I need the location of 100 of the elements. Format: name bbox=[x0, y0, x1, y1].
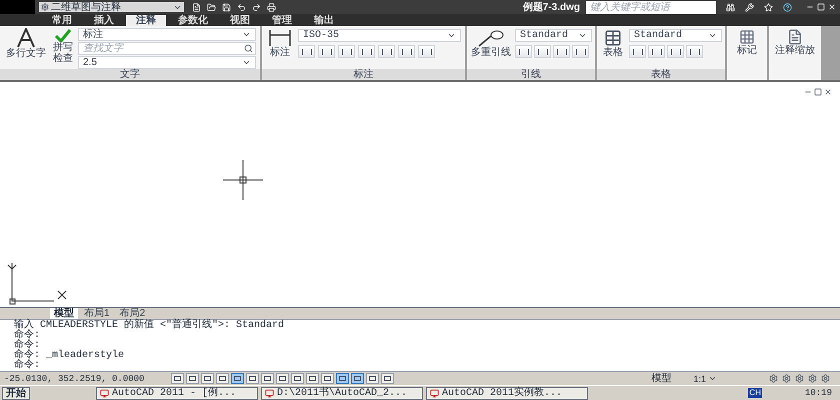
tool-icon[interactable] bbox=[378, 45, 395, 58]
toolbar-icon[interactable] bbox=[267, 2, 276, 12]
command-line: 命令: bbox=[14, 361, 42, 371]
drafting-toggle[interactable] bbox=[216, 373, 229, 384]
text-icon[interactable] bbox=[17, 28, 35, 48]
multileader-label[interactable]: 多重引线 bbox=[471, 47, 511, 58]
help-icon[interactable] bbox=[783, 2, 792, 12]
drafting-toggle[interactable] bbox=[381, 373, 394, 384]
tool-icon[interactable] bbox=[553, 45, 570, 58]
viewport-control-icon[interactable] bbox=[824, 88, 832, 96]
tool-icon[interactable] bbox=[318, 45, 335, 58]
tool-icon[interactable] bbox=[667, 45, 684, 58]
style-dropdown[interactable]: Standard bbox=[629, 29, 722, 42]
panel-title[interactable]: 标注 bbox=[262, 69, 465, 80]
maximize-icon[interactable] bbox=[817, 3, 825, 11]
layout-tab[interactable]: 布局2 bbox=[116, 308, 150, 319]
tool-icon[interactable] bbox=[534, 45, 551, 58]
status-icon[interactable] bbox=[795, 374, 804, 383]
style-dropdown[interactable]: 2.5 bbox=[78, 56, 256, 69]
tool-icon[interactable] bbox=[648, 45, 665, 58]
window-icon bbox=[430, 388, 439, 398]
drafting-toggle[interactable] bbox=[246, 373, 259, 384]
workspace-dropdown[interactable]: 二维草图与注释 bbox=[39, 2, 184, 12]
toolbar-icon[interactable] bbox=[237, 2, 246, 12]
caret-icon bbox=[578, 31, 587, 40]
toolbar-icon[interactable] bbox=[222, 2, 231, 12]
tool-icon[interactable] bbox=[572, 45, 589, 58]
tool-icon[interactable] bbox=[298, 45, 315, 58]
ribbon-tab[interactable]: 输出 bbox=[304, 15, 344, 26]
layout-tab[interactable]: 布局1 bbox=[80, 308, 114, 319]
search-icon[interactable] bbox=[244, 44, 253, 53]
toolbar-icon[interactable] bbox=[252, 2, 261, 12]
ribbon-tab[interactable]: 插入 bbox=[84, 15, 124, 26]
style-dropdown[interactable]: ISO-35 bbox=[298, 29, 461, 42]
dimension-icon[interactable] bbox=[268, 29, 292, 47]
gear-icon bbox=[41, 3, 49, 11]
style-dropdown[interactable]: Standard bbox=[515, 29, 592, 42]
start-button[interactable]: 开始 bbox=[2, 386, 30, 400]
panel-title[interactable]: 表格 bbox=[597, 69, 725, 80]
caret-icon bbox=[447, 31, 456, 40]
status-icon[interactable] bbox=[821, 374, 830, 383]
tool-icon[interactable] bbox=[629, 45, 646, 58]
tool-icon[interactable] bbox=[398, 45, 415, 58]
tool-icon[interactable] bbox=[338, 45, 355, 58]
taskbar-task[interactable]: AutoCAD 2011实例教... bbox=[426, 386, 588, 400]
caret-icon bbox=[708, 31, 717, 40]
close-icon[interactable] bbox=[828, 3, 836, 11]
binoculars-icon[interactable] bbox=[726, 2, 735, 12]
table-icon[interactable] bbox=[603, 29, 623, 47]
toolbar-icon[interactable] bbox=[192, 2, 201, 12]
toolbar-icon[interactable] bbox=[207, 2, 216, 12]
drafting-toggle[interactable] bbox=[261, 373, 274, 384]
status-icon[interactable] bbox=[782, 374, 791, 383]
status-icon[interactable] bbox=[808, 374, 817, 383]
ribbon-tab[interactable]: 管理 bbox=[262, 15, 302, 26]
table-label[interactable]: 表格 bbox=[603, 47, 623, 58]
clock: 10:19 bbox=[804, 388, 832, 398]
drafting-toggle[interactable] bbox=[201, 373, 214, 384]
annotation-scale[interactable]: 1:1 bbox=[693, 374, 717, 384]
tool-icon[interactable] bbox=[358, 45, 375, 58]
spell-check-label[interactable]: 拼写检查 bbox=[53, 42, 73, 64]
ribbon-tab[interactable]: 参数化 bbox=[168, 15, 218, 26]
drafting-toggle[interactable] bbox=[291, 373, 304, 384]
drafting-toggle[interactable] bbox=[366, 373, 379, 384]
window-title: 例题7-3.dwg bbox=[522, 2, 580, 12]
ribbon-tab[interactable]: 常用 bbox=[42, 15, 82, 26]
taskbar-task[interactable]: AutoCAD 2011 - [例... bbox=[96, 386, 258, 400]
tool-icon[interactable] bbox=[418, 45, 435, 58]
dimension-label[interactable]: 标注 bbox=[270, 47, 290, 58]
tool-icon[interactable] bbox=[686, 45, 703, 58]
panel-title[interactable]: 文字 bbox=[0, 69, 260, 80]
dropdown-value: 标注 bbox=[83, 29, 103, 40]
drafting-toggle[interactable] bbox=[186, 373, 199, 384]
ribbon-tab[interactable]: 注释 bbox=[126, 15, 166, 26]
annotation-scaling-label[interactable]: 注释缩放 bbox=[775, 45, 815, 56]
tool-icon[interactable] bbox=[515, 45, 532, 58]
star-icon[interactable] bbox=[764, 2, 773, 12]
markup-label[interactable]: 标记 bbox=[737, 45, 757, 56]
caret-icon bbox=[242, 30, 251, 39]
model-label[interactable]: 模型 bbox=[651, 373, 672, 384]
input-method-indicator[interactable]: CH bbox=[748, 388, 762, 398]
ribbon-tab[interactable]: 视图 bbox=[220, 15, 260, 26]
style-dropdown[interactable]: 标注 bbox=[78, 28, 256, 41]
drafting-toggle[interactable] bbox=[321, 373, 334, 384]
layout-tab[interactable]: 模型 bbox=[50, 308, 78, 319]
wrench-icon[interactable] bbox=[745, 2, 754, 12]
drafting-toggle[interactable] bbox=[351, 373, 364, 384]
panel-title[interactable]: 引线 bbox=[467, 69, 595, 80]
drafting-toggle[interactable] bbox=[231, 373, 244, 384]
leader-icon[interactable] bbox=[477, 29, 505, 47]
search-field[interactable]: 键入关键字或短语 bbox=[586, 0, 716, 14]
dropdown-value: 2.5 bbox=[83, 57, 97, 68]
drafting-toggle[interactable] bbox=[276, 373, 289, 384]
drafting-toggle[interactable] bbox=[336, 373, 349, 384]
drafting-toggle[interactable] bbox=[171, 373, 184, 384]
mtext-label[interactable]: 多行文字 bbox=[6, 48, 46, 59]
drafting-toggle[interactable] bbox=[306, 373, 319, 384]
status-icon[interactable] bbox=[769, 374, 778, 383]
taskbar-task[interactable]: D:\2011书\AutoCAD_2... bbox=[261, 386, 423, 400]
spell-check-icon[interactable] bbox=[54, 28, 72, 42]
